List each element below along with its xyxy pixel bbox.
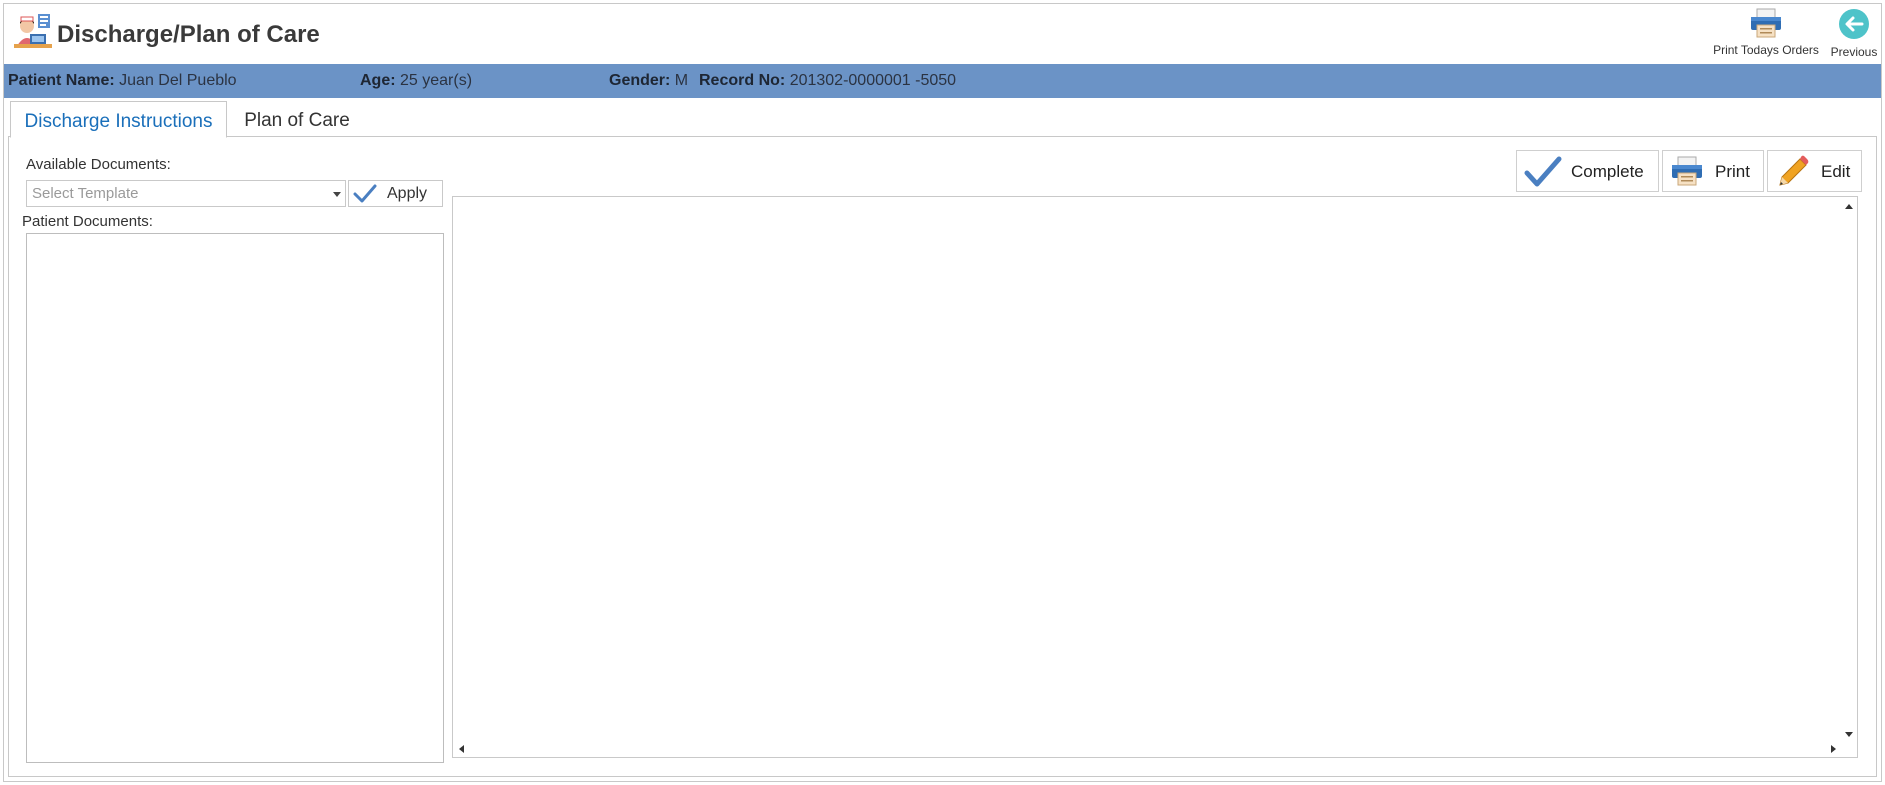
patient-gender-value: M [674, 72, 689, 89]
pencil-icon [1774, 155, 1810, 194]
patient-name-label: Patient Name: [8, 72, 115, 89]
arrow-left-circle-icon [1828, 8, 1880, 43]
scroll-left-icon[interactable] [459, 745, 464, 753]
print-todays-orders-label: Print Todays Orders [1713, 43, 1819, 57]
document-viewer[interactable] [452, 196, 1858, 758]
patient-record-label: Record No: [699, 72, 786, 89]
patient-documents-label: Patient Documents: [22, 213, 153, 230]
printer-icon [1711, 8, 1821, 41]
scroll-right-icon[interactable] [1831, 745, 1836, 753]
patient-record-field: Record No: 201302-0000001 -5050 [699, 72, 956, 90]
patient-documents-list[interactable] [26, 233, 444, 763]
patient-info-bar: Patient Name: Juan Del Pueblo Age: 25 ye… [4, 64, 1881, 98]
edit-button-label: Edit [1821, 162, 1851, 181]
print-button-label: Print [1715, 162, 1750, 181]
previous-button[interactable]: Previous [1828, 8, 1880, 59]
checkmark-icon [353, 184, 377, 209]
tab-discharge-instructions[interactable]: Discharge Instructions [10, 101, 227, 138]
patient-age-field: Age: 25 year(s) [360, 72, 472, 90]
vertical-scrollbar[interactable] [1840, 197, 1857, 742]
tab-plan-of-care[interactable]: Plan of Care [227, 101, 367, 138]
complete-button[interactable]: Complete [1516, 150, 1659, 192]
edit-button[interactable]: Edit [1767, 150, 1862, 192]
printer-icon [1669, 155, 1705, 192]
template-select[interactable]: Select Template [26, 180, 346, 207]
apply-button[interactable]: Apply [348, 180, 443, 207]
patient-gender-field: Gender: M [609, 72, 688, 90]
page-header: Discharge/Plan of Care Print Todays Orde… [8, 8, 1881, 62]
patient-name-value: Juan Del Pueblo [119, 72, 237, 89]
patient-age-label: Age: [360, 72, 396, 89]
print-button[interactable]: Print [1662, 150, 1764, 192]
available-documents-label: Available Documents: [26, 156, 171, 173]
patient-record-value: 201302-0000001 -5050 [789, 72, 957, 89]
scroll-up-icon[interactable] [1845, 204, 1853, 209]
checkmark-icon [1523, 155, 1563, 194]
nurse-at-desk-icon [12, 12, 54, 54]
apply-button-label: Apply [387, 185, 428, 202]
horizontal-scrollbar[interactable] [453, 740, 1842, 757]
patient-gender-label: Gender: [609, 72, 671, 89]
template-select-placeholder: Select Template [32, 185, 139, 202]
complete-button-label: Complete [1571, 162, 1644, 181]
page-title: Discharge/Plan of Care [57, 21, 320, 48]
chevron-down-icon[interactable] [333, 192, 341, 197]
patient-name-field: Patient Name: Juan Del Pueblo [8, 72, 237, 90]
print-todays-orders-button[interactable]: Print Todays Orders [1711, 8, 1821, 57]
previous-label: Previous [1830, 45, 1878, 59]
scroll-down-icon[interactable] [1845, 732, 1853, 737]
patient-age-value: 25 year(s) [400, 72, 473, 89]
